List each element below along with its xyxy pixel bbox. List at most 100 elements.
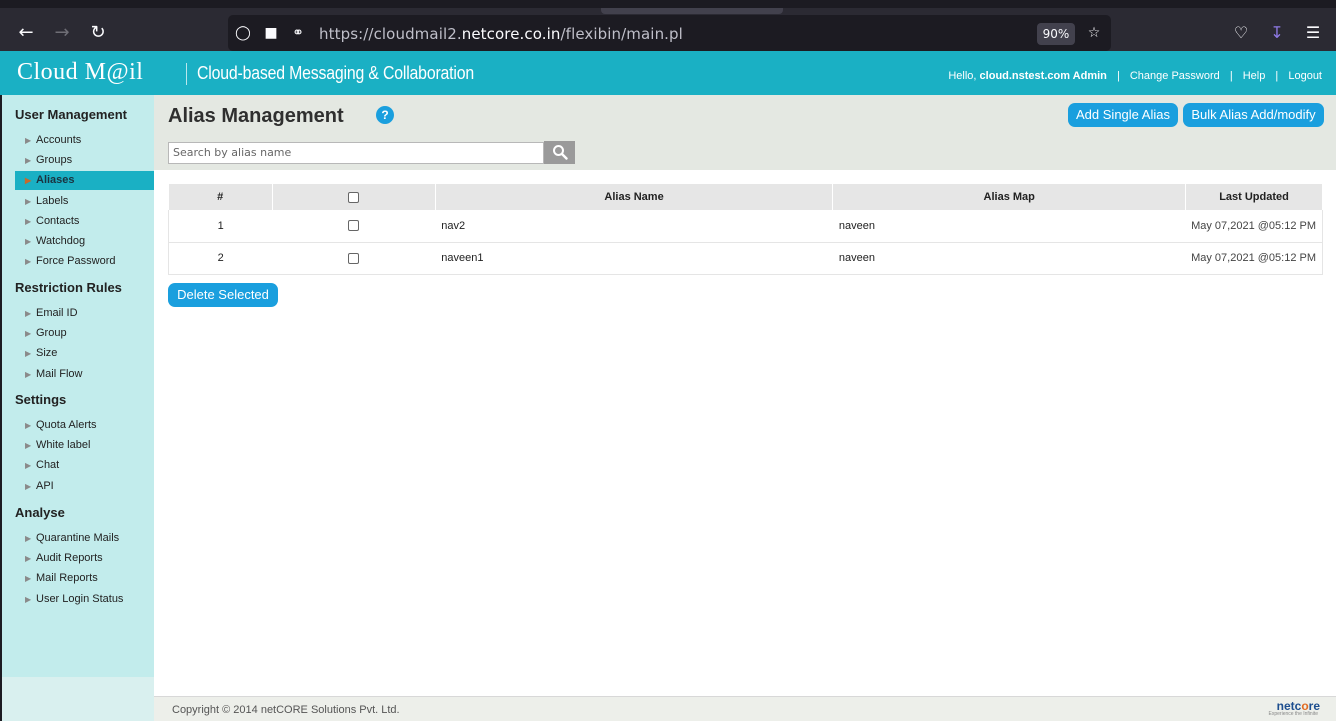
sidebar-item-email-id[interactable]: ▶ Email ID <box>15 304 154 323</box>
triangle-right-icon: ▶ <box>25 461 32 471</box>
help-link[interactable]: Help <box>1243 70 1266 82</box>
sidebar-item-label: User Login Status <box>36 592 124 605</box>
table-row: 1 nav2 naveen May 07,2021 @05:12 PM <box>168 210 1323 243</box>
sidebar-item-label: Quarantine Mails <box>36 532 120 544</box>
link-separator: | <box>1275 70 1279 82</box>
bookmark-star-icon[interactable]: ☆ <box>1085 24 1103 42</box>
header-divider <box>186 63 187 85</box>
last-updated-cell: May 07,2021 @05:12 PM <box>1185 210 1323 243</box>
url-bar[interactable]: ◯ ■ ⚭ https://cloudmail2.netcore.co.in/f… <box>228 15 1111 51</box>
sidebar-item-mail-flow[interactable]: ▶ Mail Flow <box>15 365 154 384</box>
link-separator: | <box>1116 70 1120 82</box>
sidebar-item-label: Quota Alerts <box>36 419 97 431</box>
bulk-alias-button[interactable]: Bulk Alias Add/modify <box>1183 103 1324 127</box>
sidebar-footer <box>2 677 154 721</box>
sidebar-item-user-login-status[interactable]: ▶ User Login Status <box>15 590 154 609</box>
triangle-right-icon: ▶ <box>25 349 32 359</box>
row-checkbox[interactable] <box>348 252 360 264</box>
shield-icon[interactable]: ◯ <box>234 24 252 42</box>
zoom-badge[interactable]: 90% <box>1037 23 1075 45</box>
sidebar-item-label: Groups <box>36 154 73 167</box>
triangle-right-icon: ▶ <box>25 534 32 543</box>
sidebar-item-labels[interactable]: ▶ Labels <box>15 192 154 211</box>
triangle-right-icon: ▶ <box>25 156 32 166</box>
alias-map-cell: naveen <box>832 242 1186 275</box>
url-suffix: /flexibin/main.pl <box>560 25 683 43</box>
page-footer: Copyright © 2014 netCORE Solutions Pvt. … <box>154 696 1336 721</box>
sidebar-section-title: Settings <box>15 392 67 407</box>
copyright-text: Copyright © 2014 netCORE Solutions Pvt. … <box>172 704 400 716</box>
url-text[interactable]: https://cloudmail2.netcore.co.in/flexibi… <box>319 25 683 43</box>
back-icon[interactable]: ← <box>15 22 37 44</box>
sidebar-item-label: Force Password <box>36 255 116 268</box>
sidebar-item-force-password[interactable]: ▶ Force Password <box>15 252 154 271</box>
column-header-alias-name[interactable]: Alias Name <box>435 184 834 210</box>
table-header-row: # Alias Name Alias Map Last Updated <box>168 184 1323 210</box>
triangle-right-icon: ▶ <box>25 574 32 584</box>
pocket-icon[interactable]: ♡ <box>1230 22 1252 44</box>
alias-map-cell: naveen <box>832 210 1186 243</box>
sidebar-section-title: User Management <box>15 107 127 122</box>
logout-link[interactable]: Logout <box>1288 70 1322 82</box>
triangle-right-icon: ▶ <box>25 554 32 564</box>
sidebar-item-label: API <box>36 479 54 492</box>
sidebar-section-title: Analyse <box>15 505 65 520</box>
help-icon[interactable]: ? <box>376 106 394 124</box>
sidebar-item-contacts[interactable]: ▶ Contacts <box>15 212 154 231</box>
sidebar-item-aliases[interactable]: ▶ Aliases <box>15 171 154 191</box>
column-header-last-updated[interactable]: Last Updated <box>1185 184 1323 210</box>
add-single-alias-button[interactable]: Add Single Alias <box>1068 103 1178 127</box>
sidebar-item-groups[interactable]: ▶ Groups <box>15 151 154 170</box>
alias-name-cell: naveen1 <box>435 242 833 275</box>
triangle-right-icon: ▶ <box>25 216 32 226</box>
search-button[interactable] <box>544 141 575 164</box>
sidebar-item-label: Audit Reports <box>36 552 103 565</box>
triangle-right-icon: ▶ <box>25 237 32 246</box>
triangle-right-icon: ▶ <box>25 136 32 145</box>
link-separator: | <box>1229 70 1233 82</box>
sidebar-item-quota-alerts[interactable]: ▶ Quota Alerts <box>15 416 154 435</box>
change-password-link[interactable]: Change Password <box>1130 70 1220 82</box>
title-band: Alias Management ? Add Single Alias Bulk… <box>154 95 1336 170</box>
sidebar: User Management ▶ Accounts ▶ Groups ▶ Aliases ▶… <box>0 95 154 721</box>
sidebar-item-label: Contacts <box>36 214 80 227</box>
hello-text: Hello, <box>948 70 977 82</box>
lock-icon[interactable]: ■ <box>262 24 280 42</box>
sidebar-item-white-label[interactable]: ▶ White label <box>15 436 154 455</box>
header-links: Hello, cloud.nstest.com Admin | Change P… <box>948 70 1322 82</box>
key-icon[interactable]: ⚭ <box>289 24 307 42</box>
sidebar-item-label: Labels <box>36 194 69 207</box>
row-checkbox[interactable] <box>348 220 360 232</box>
user-name: cloud.nstest.com Admin <box>979 70 1107 82</box>
menu-icon[interactable]: ☰ <box>1302 22 1324 44</box>
delete-selected-button[interactable]: Delete Selected <box>168 283 278 307</box>
sidebar-item-audit-reports[interactable]: ▶ Audit Reports <box>15 549 154 568</box>
triangle-right-icon: ▶ <box>25 309 32 318</box>
sidebar-item-watchdog[interactable]: ▶ Watchdog <box>15 232 154 251</box>
download-icon[interactable]: ↧ <box>1266 22 1288 44</box>
cloudmail-logo[interactable]: Cloud M@il <box>17 59 143 86</box>
triangle-right-icon: ▶ <box>25 329 32 339</box>
select-all-checkbox[interactable] <box>348 191 360 203</box>
url-prefix: https://cloudmail2. <box>319 25 462 43</box>
reload-icon[interactable]: ↻ <box>87 22 109 44</box>
sidebar-item-api[interactable]: ▶ API <box>15 477 154 496</box>
column-header-number: # <box>168 184 273 210</box>
sidebar-item-accounts[interactable]: ▶ Accounts <box>15 131 154 150</box>
sidebar-item-mail-reports[interactable]: ▶ Mail Reports <box>15 569 154 588</box>
sidebar-item-label: Aliases <box>36 174 75 187</box>
sidebar-item-chat[interactable]: ▶ Chat <box>15 456 154 475</box>
column-header-alias-map[interactable]: Alias Map <box>832 184 1187 210</box>
table-row: 2 naveen1 naveen May 07,2021 @05:12 PM <box>168 242 1323 275</box>
forward-icon[interactable]: → <box>51 22 73 44</box>
header-tagline: Cloud-based Messaging & Collaboration <box>197 63 475 83</box>
sidebar-item-size[interactable]: ▶ Size <box>15 344 154 363</box>
search-input[interactable]: Search by alias name <box>168 142 544 164</box>
sidebar-item-group[interactable]: ▶ Group <box>15 324 154 343</box>
triangle-right-icon: ▶ <box>25 481 32 491</box>
sidebar-item-quarantine-mails[interactable]: ▶ Quarantine Mails <box>15 529 154 548</box>
alias-table: # Alias Name Alias Map Last Updated 1 na… <box>168 184 1323 275</box>
row-select-cell <box>272 210 436 243</box>
row-select-cell <box>272 242 436 275</box>
page-title: Alias Management <box>168 105 344 127</box>
